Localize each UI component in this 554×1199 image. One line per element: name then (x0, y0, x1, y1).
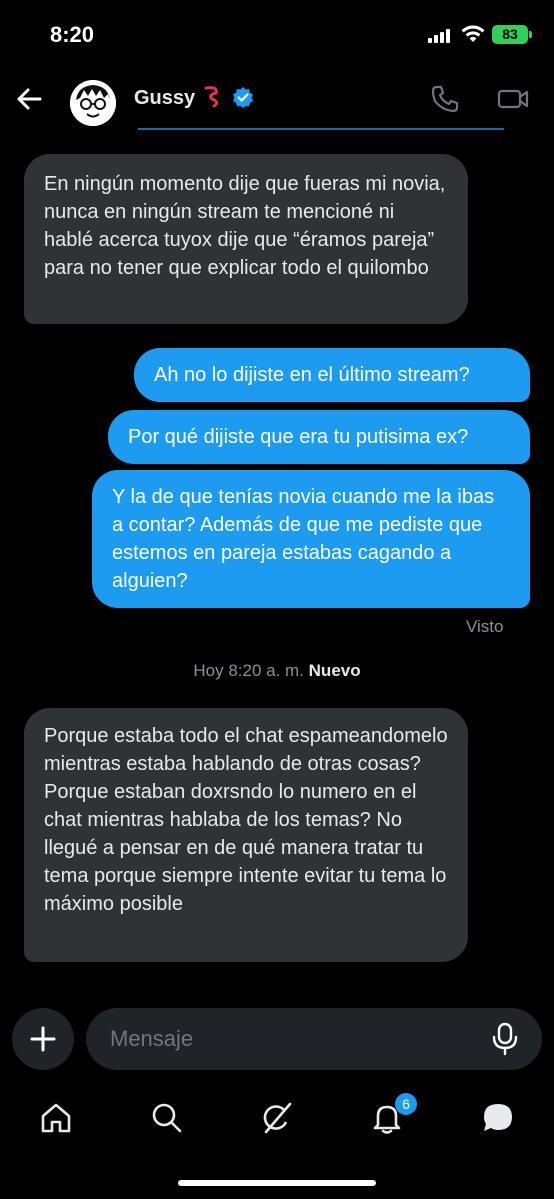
bottom-nav (0, 1090, 554, 1150)
verified-badge-icon (233, 87, 253, 108)
phone-icon[interactable] (430, 84, 460, 114)
message-outgoing[interactable]: Y la de que tenías novia cuando me la ib… (92, 470, 530, 608)
message-outgoing[interactable]: Por qué dijiste que era tu putisima ex? (108, 410, 530, 464)
wifi-icon (461, 25, 485, 42)
avatar[interactable] (70, 80, 116, 126)
status-bar: 8:20 83 (0, 0, 554, 70)
time-divider: Hoy 8:20 a. m. Nuevo (0, 661, 554, 681)
battery-icon: 83 (492, 25, 528, 44)
seen-status: Visto (466, 617, 504, 636)
messages-icon[interactable] (480, 1100, 516, 1136)
chat-header: Gussy (0, 70, 554, 132)
header-divider (138, 128, 504, 130)
grok-icon[interactable] (258, 1100, 294, 1136)
add-attachment-button[interactable] (12, 1008, 74, 1070)
status-time: 8:20 (50, 22, 95, 47)
message-input[interactable] (86, 1008, 542, 1070)
signal-icon (428, 27, 454, 43)
microphone-icon[interactable] (490, 1022, 520, 1056)
plus-icon (30, 1026, 56, 1052)
message-incoming[interactable]: En ningún momento dije que fueras mi nov… (24, 154, 468, 324)
video-call-icon[interactable] (496, 84, 530, 114)
back-arrow-icon[interactable] (14, 84, 44, 114)
notification-badge: 6 (395, 1093, 417, 1115)
home-icon[interactable] (38, 1100, 74, 1136)
contact-name[interactable]: Gussy (134, 87, 195, 110)
worm-emoji-icon (204, 86, 219, 108)
home-indicator (178, 1180, 376, 1186)
divider-time: Hoy 8:20 a. m. (193, 661, 304, 680)
battery-tip (529, 31, 532, 38)
search-icon[interactable] (149, 1100, 185, 1136)
new-label: Nuevo (308, 661, 361, 680)
message-outgoing[interactable]: Ah no lo dijiste en el último stream? (134, 348, 530, 402)
message-incoming[interactable]: Porque estaba todo el chat espameandomel… (24, 708, 468, 962)
